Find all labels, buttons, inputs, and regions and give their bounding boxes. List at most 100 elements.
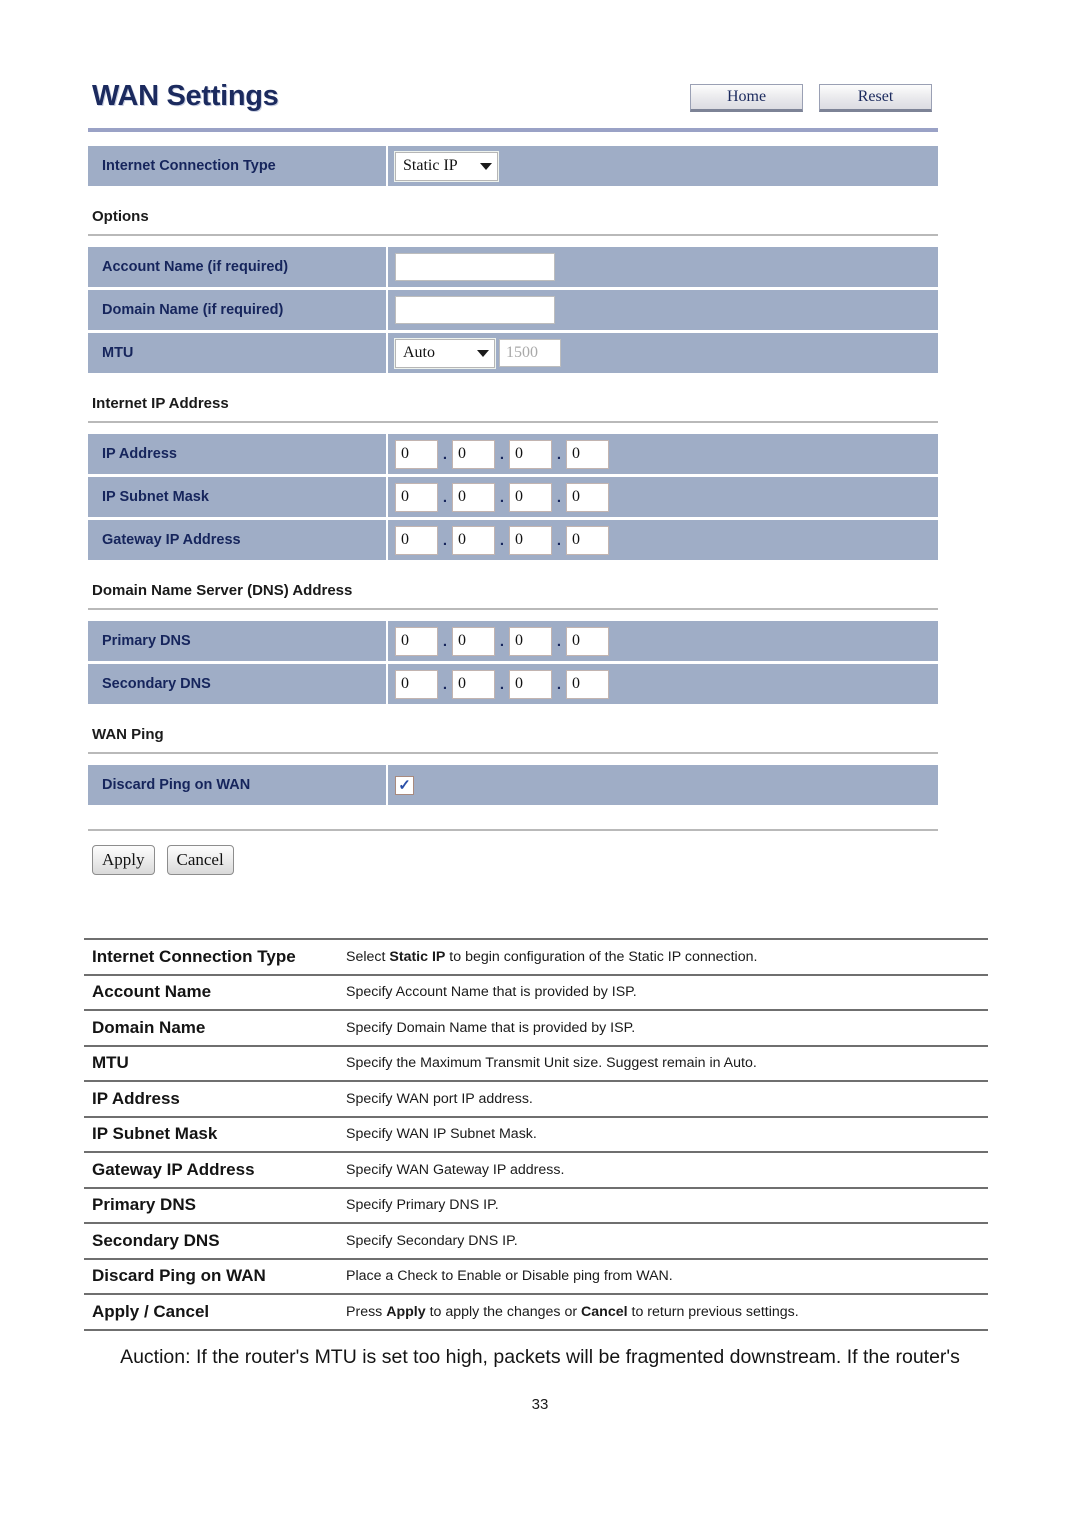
- label-secondary-dns: Secondary DNS: [88, 664, 388, 704]
- footer-note: Auction: If the router's MTU is set too …: [120, 1346, 960, 1368]
- gateway-ip-octet-4[interactable]: 0: [566, 525, 609, 555]
- row-secondary-dns: Secondary DNS 0 . 0 . 0 . 0: [88, 664, 938, 704]
- desc-term: Gateway IP Address: [92, 1159, 255, 1179]
- table-row: IP Address Specify WAN port IP address.: [84, 1082, 988, 1118]
- ip-subnet-mask-octet-2[interactable]: 0: [452, 482, 495, 512]
- internet-connection-type-select[interactable]: Static IP: [395, 151, 498, 181]
- account-name-input[interactable]: [395, 253, 555, 281]
- ip-subnet-mask-octet-4[interactable]: 0: [566, 482, 609, 512]
- value-gateway-ip-address: 0 . 0 . 0 . 0: [388, 520, 938, 560]
- section-rule-options: [88, 234, 938, 236]
- desc-text-strong: Static IP: [389, 948, 446, 965]
- gateway-ip-octet-2[interactable]: 0: [452, 525, 495, 555]
- apply-button[interactable]: Apply: [92, 845, 155, 875]
- gateway-ip-octet-group: 0 . 0 . 0 . 0: [395, 525, 609, 555]
- value-internet-connection-type: Static IP: [388, 146, 938, 186]
- primary-dns-octet-1[interactable]: 0: [395, 626, 438, 656]
- octet-separator: .: [556, 488, 562, 506]
- primary-dns-octet-3[interactable]: 0: [509, 626, 552, 656]
- reset-button[interactable]: Reset: [819, 84, 932, 112]
- row-ip-address: IP Address 0 . 0 . 0 . 0: [88, 434, 938, 474]
- primary-dns-octet-2[interactable]: 0: [452, 626, 495, 656]
- row-account-name: Account Name (if required): [88, 247, 938, 287]
- desc-text-post-2: to return previous settings.: [627, 1303, 799, 1320]
- table-row: MTU Specify the Maximum Transmit Unit si…: [84, 1047, 988, 1082]
- row-gateway-ip-address: Gateway IP Address 0 . 0 . 0 . 0: [88, 520, 938, 560]
- octet-separator: .: [556, 675, 562, 693]
- value-domain-name: [388, 290, 938, 330]
- octet-separator: .: [499, 488, 505, 506]
- label-internet-connection-type: Internet Connection Type: [88, 146, 388, 186]
- label-mtu: MTU: [88, 333, 388, 373]
- value-discard-ping-on-wan: ✓: [388, 765, 938, 805]
- internet-connection-type-value: Static IP: [403, 157, 458, 174]
- table-row: Internet Connection Type Select Static I…: [84, 940, 988, 976]
- label-account-name: Account Name (if required): [88, 247, 388, 287]
- section-rule-dns-address: [88, 608, 938, 610]
- document-page: WAN Settings Home Reset Internet Connect…: [0, 0, 1080, 1528]
- section-heading-options: Options: [92, 208, 149, 225]
- secondary-dns-octet-4[interactable]: 0: [566, 669, 609, 699]
- desc-term: IP Subnet Mask: [92, 1124, 218, 1144]
- primary-dns-octet-group: 0 . 0 . 0 . 0: [395, 626, 609, 656]
- desc-term: Discard Ping on WAN: [92, 1266, 266, 1286]
- value-secondary-dns: 0 . 0 . 0 . 0: [388, 664, 938, 704]
- gateway-ip-octet-1[interactable]: 0: [395, 525, 438, 555]
- header-button-group: Home Reset: [690, 84, 932, 112]
- mtu-mode-select[interactable]: Auto: [395, 338, 495, 368]
- value-ip-address: 0 . 0 . 0 . 0: [388, 434, 938, 474]
- label-ip-subnet-mask: IP Subnet Mask: [88, 477, 388, 517]
- action-button-group: Apply Cancel: [88, 845, 938, 875]
- desc-definition: Specify Primary DNS IP.: [346, 1197, 499, 1214]
- ip-address-octet-1[interactable]: 0: [395, 439, 438, 469]
- value-mtu: Auto 1500: [388, 333, 938, 373]
- section-rule-wan-ping: [88, 752, 938, 754]
- secondary-dns-octet-2[interactable]: 0: [452, 669, 495, 699]
- octet-separator: .: [499, 632, 505, 650]
- desc-definition: Specify WAN Gateway IP address.: [346, 1161, 565, 1178]
- desc-term: MTU: [92, 1053, 129, 1073]
- gateway-ip-octet-3[interactable]: 0: [509, 525, 552, 555]
- desc-term: Apply / Cancel: [92, 1301, 210, 1321]
- ip-subnet-mask-octet-1[interactable]: 0: [395, 482, 438, 512]
- desc-definition: Place a Check to Enable or Disable ping …: [346, 1268, 673, 1285]
- desc-term: Primary DNS: [92, 1195, 196, 1215]
- ip-address-octet-4[interactable]: 0: [566, 439, 609, 469]
- ip-subnet-mask-octet-group: 0 . 0 . 0 . 0: [395, 482, 609, 512]
- row-discard-ping-on-wan: Discard Ping on WAN ✓: [88, 765, 938, 805]
- desc-term: Account Name: [92, 982, 212, 1002]
- secondary-dns-octet-3[interactable]: 0: [509, 669, 552, 699]
- octet-separator: .: [442, 531, 448, 549]
- chevron-down-icon: [477, 349, 489, 357]
- page-title: WAN Settings: [92, 80, 279, 112]
- row-mtu: MTU Auto 1500: [88, 333, 938, 373]
- desc-definition: Specify WAN IP Subnet Mask.: [346, 1126, 537, 1143]
- secondary-dns-octet-1[interactable]: 0: [395, 669, 438, 699]
- octet-separator: .: [442, 675, 448, 693]
- section-heading-wan-ping: WAN Ping: [92, 726, 164, 743]
- ip-address-octet-3[interactable]: 0: [509, 439, 552, 469]
- desc-definition: Specify the Maximum Transmit Unit size. …: [346, 1055, 757, 1072]
- panel-header: WAN Settings Home Reset: [88, 78, 938, 126]
- section-heading-internet-ip-address: Internet IP Address: [92, 395, 229, 412]
- label-gateway-ip-address: Gateway IP Address: [88, 520, 388, 560]
- domain-name-input[interactable]: [395, 296, 555, 324]
- primary-dns-octet-4[interactable]: 0: [566, 626, 609, 656]
- label-discard-ping-on-wan: Discard Ping on WAN: [88, 765, 388, 805]
- ip-address-octet-2[interactable]: 0: [452, 439, 495, 469]
- discard-ping-checkbox[interactable]: ✓: [395, 775, 414, 795]
- table-row: Account Name Specify Account Name that i…: [84, 976, 988, 1011]
- ip-subnet-mask-octet-3[interactable]: 0: [509, 482, 552, 512]
- check-icon: ✓: [398, 776, 411, 794]
- desc-text-strong: Apply: [386, 1303, 426, 1320]
- table-row: Secondary DNS Specify Secondary DNS IP.: [84, 1224, 988, 1260]
- mtu-size-input[interactable]: 1500: [499, 339, 561, 367]
- ip-address-octet-group: 0 . 0 . 0 . 0: [395, 439, 609, 469]
- desc-definition: Press Apply to apply the changes or Canc…: [346, 1304, 988, 1320]
- home-button[interactable]: Home: [690, 84, 803, 112]
- value-account-name: [388, 247, 938, 287]
- cancel-button[interactable]: Cancel: [166, 845, 234, 875]
- value-ip-subnet-mask: 0 . 0 . 0 . 0: [388, 477, 938, 517]
- section-rule-internet-ip-address: [88, 421, 938, 423]
- table-row: Discard Ping on WAN Place a Check to Ena…: [84, 1260, 988, 1295]
